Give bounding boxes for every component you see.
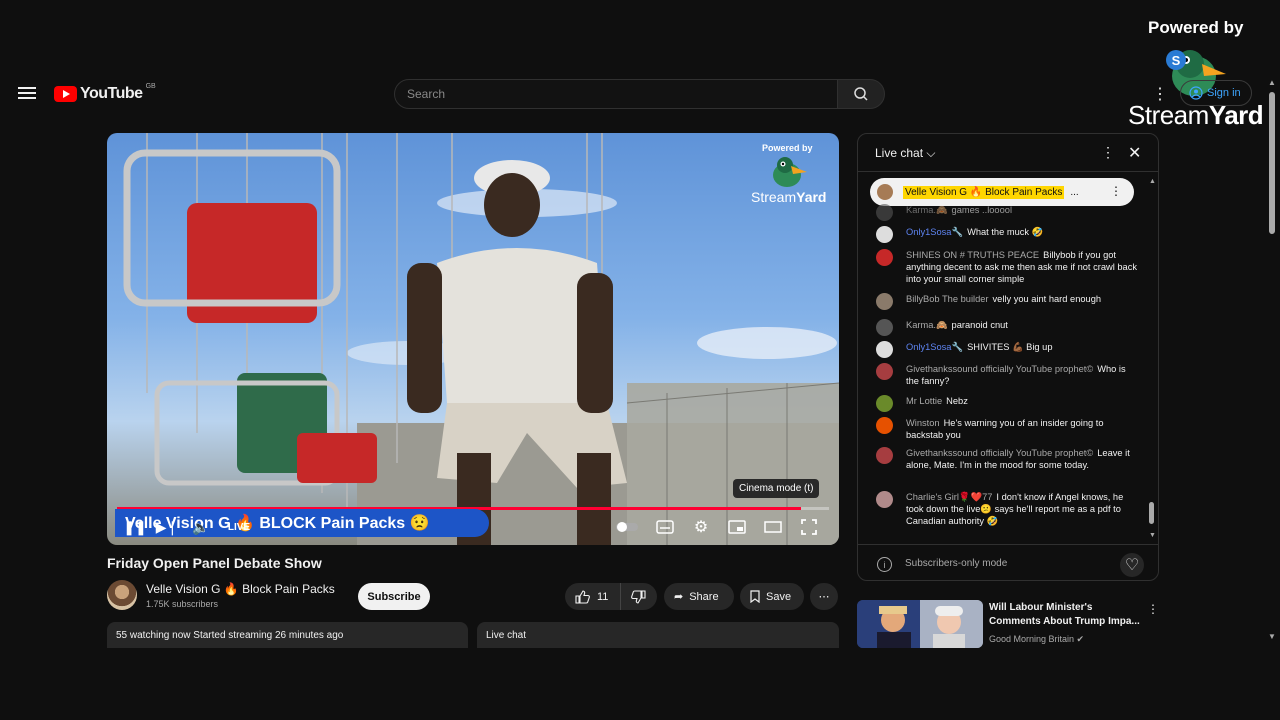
chat-message[interactable]: Givethankssound officially YouTube proph… (876, 363, 1138, 387)
chat-message[interactable]: Only1Sosa🔧 What the muck 🤣 (876, 226, 1138, 243)
subtitles-icon[interactable] (655, 517, 675, 537)
chevron-down-icon: ⌵ (926, 146, 936, 160)
subscribe-button[interactable]: Subscribe (358, 583, 430, 610)
share-icon: ➦ (674, 591, 684, 603)
youtube-logo[interactable]: YouTube GB (54, 83, 156, 104)
cinema-mode-tooltip: Cinema mode (t) (733, 479, 820, 498)
like-dislike-group: 11 (565, 583, 657, 610)
cinema-mode-icon[interactable] (763, 517, 783, 537)
pinned-more-icon[interactable]: ⋮ (1110, 184, 1122, 198)
pause-icon[interactable]: ❚❚ (123, 517, 146, 537)
player-controls: ❚❚ ▶❘ 🔈 LIVE ⚙ (107, 513, 839, 543)
page-scroll-down-icon[interactable]: ▼ (1268, 632, 1276, 641)
live-chat-mode-dropdown[interactable]: Live chat ⌵ (875, 146, 935, 161)
page-scroll-up-icon[interactable]: ▲ (1268, 78, 1276, 87)
video-powered-by: Powered by (762, 143, 813, 153)
recommended-more-icon[interactable]: ⋮ (1147, 602, 1159, 616)
more-vertical-icon[interactable]: ⋮ (1152, 84, 1168, 104)
like-button[interactable]: 11 (565, 583, 621, 610)
chat-message-list: Karma.🙈 games ..looool Only1Sosa🔧 What the… (858, 204, 1148, 542)
search-input[interactable]: Search (394, 79, 838, 109)
chat-avatar (876, 395, 893, 412)
heart-icon[interactable]: ♡ (1120, 553, 1144, 577)
live-indicator[interactable]: LIVE (219, 517, 259, 537)
account-icon (1189, 86, 1203, 100)
thumbs-up-icon (575, 589, 590, 604)
description-box[interactable]: 55 watching now Started streaming 26 min… (107, 622, 468, 648)
channel-avatar[interactable] (107, 580, 137, 610)
chat-scroll-down-icon[interactable]: ▼ (1149, 532, 1156, 539)
bookmark-icon (750, 590, 760, 603)
chat-message[interactable]: BillyBob The builder velly you aint hard … (876, 293, 1138, 310)
live-chat-footer: i Subscribers-only mode ♡ (858, 544, 1158, 580)
chat-avatar (876, 249, 893, 266)
chat-message[interactable]: Mr Lottie Nebz (876, 395, 1138, 412)
recommended-title: Will Labour Minister's Comments About Tr… (989, 602, 1140, 627)
chat-message[interactable]: Winston He's warning you of an insider go… (876, 417, 1138, 441)
chat-avatar (876, 491, 893, 508)
settings-gear-icon[interactable]: ⚙ (691, 517, 711, 537)
chat-avatar (876, 363, 893, 380)
chat-message[interactable]: Charlie's Girl🌹❤️77 I don't know if Angel… (876, 491, 1138, 527)
dislike-button[interactable] (621, 583, 655, 610)
close-icon[interactable]: ✕ (1128, 143, 1141, 163)
chat-message[interactable]: Only1Sosa🔧 SHIVITES 💪🏾 Big up (876, 341, 1138, 358)
autoplay-toggle-icon[interactable] (615, 517, 639, 537)
miniplayer-icon[interactable] (727, 517, 747, 537)
chat-message[interactable]: Givethankssound officially YouTube proph… (876, 447, 1138, 471)
page-scrollbar-thumb[interactable] (1269, 92, 1275, 234)
video-frame (123, 133, 839, 545)
search-icon (854, 87, 868, 101)
chat-message[interactable]: Karma.🙈 games ..looool (876, 204, 1138, 221)
channel-name[interactable]: Velle Vision G 🔥 Block Pain Packs (146, 582, 335, 596)
recommended-video[interactable]: Will Labour Minister's Comments About Tr… (857, 600, 1159, 648)
next-icon[interactable]: ▶❘ (156, 517, 179, 537)
thumbs-down-icon (630, 589, 646, 604)
pinned-avatar (877, 184, 893, 200)
pinned-message[interactable]: Velle Vision G 🔥 Block Pain Packs ... ⋮ (870, 178, 1134, 206)
chat-avatar (876, 319, 893, 336)
subscriber-count: 1.75K subscribers (146, 599, 219, 609)
video-title: Friday Open Panel Debate Show (107, 555, 322, 571)
youtube-play-icon (54, 86, 77, 102)
video-streamyard-duck-logo (773, 157, 807, 187)
top-header: YouTube GB Search ⋮ Sign in (0, 70, 1280, 118)
volume-icon[interactable]: 🔈 (191, 517, 211, 537)
video-streamyard-wordmark: StreamYard (751, 189, 827, 205)
video-player[interactable]: Powered by StreamYard Cinema mode (t) Ve… (107, 133, 839, 545)
live-chat-panel: Live chat ⌵ ⋮ ✕ Velle Vision G 🔥 Block P… (857, 133, 1159, 581)
chat-avatar (876, 417, 893, 434)
fullscreen-icon[interactable] (799, 517, 819, 537)
recommended-channel: Good Morning Britain ✔ (989, 634, 1085, 644)
chat-avatar (876, 293, 893, 310)
info-icon[interactable]: i (877, 557, 892, 572)
chat-more-icon[interactable]: ⋮ (1101, 144, 1115, 161)
more-actions-button[interactable]: ⋯ (810, 583, 838, 610)
chat-avatar (876, 226, 893, 243)
hamburger-menu-icon[interactable] (16, 84, 38, 102)
save-button[interactable]: Save (740, 583, 804, 610)
chat-avatar (876, 447, 893, 464)
sign-in-button[interactable]: Sign in (1180, 80, 1252, 106)
chat-scrollbar[interactable] (1148, 178, 1154, 542)
subscribers-only-text: Subscribers-only mode (905, 558, 1008, 569)
chat-scroll-thumb[interactable] (1149, 502, 1154, 524)
share-button[interactable]: ➦ Share (664, 583, 734, 610)
chat-message[interactable]: SHINES ON # TRUTHS PEACE Billybob if you … (876, 249, 1138, 285)
more-horizontal-icon: ⋯ (818, 591, 830, 603)
chat-avatar (876, 341, 893, 358)
overlay-powered-by: Powered by (1148, 18, 1244, 37)
chat-avatar (876, 204, 893, 221)
recommended-thumbnail (857, 600, 983, 648)
search-button[interactable] (837, 79, 885, 109)
chat-message[interactable]: Karma.🙈 paranoid cnut (876, 319, 1138, 336)
live-chat-header: Live chat ⌵ ⋮ ✕ (858, 134, 1158, 172)
svg-text:S: S (1172, 53, 1181, 68)
live-chat-collapsed-box[interactable]: Live chat (477, 622, 839, 648)
